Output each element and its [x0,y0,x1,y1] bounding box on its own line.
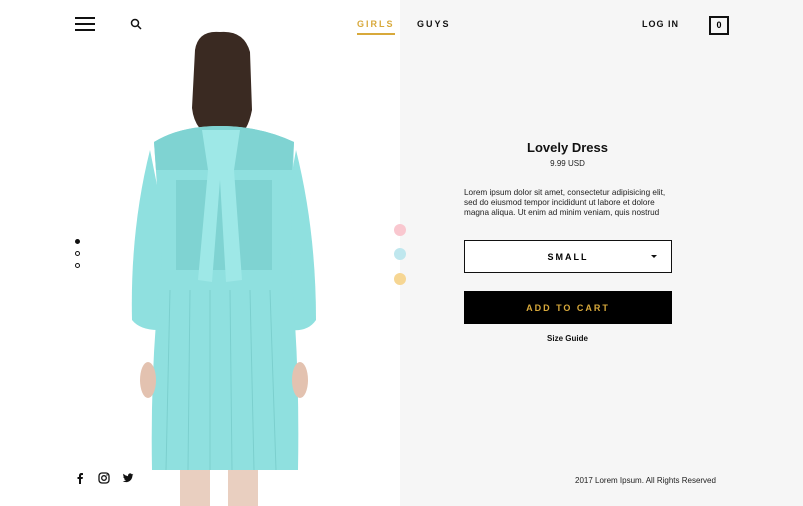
instagram-icon[interactable] [98,471,110,484]
color-swatch-pink[interactable] [394,224,406,236]
facebook-icon[interactable] [74,471,86,484]
slider-dot-1[interactable] [75,239,80,244]
color-swatch-yellow[interactable] [394,273,406,285]
login-link[interactable]: LOG IN [642,19,679,29]
cart-button[interactable]: 0 [709,16,729,35]
add-to-cart-button[interactable]: ADD TO CART [464,291,672,324]
social-links [74,471,134,484]
slider-dots [75,239,80,275]
nav-girls[interactable]: GIRLS [357,19,395,35]
hamburger-menu-icon[interactable] [75,17,95,31]
color-swatch-blue[interactable] [394,248,406,260]
size-select[interactable]: SMALL [464,240,672,273]
product-description: Lorem ipsum dolor sit amet, consectetur … [464,188,666,217]
search-icon[interactable] [130,18,142,30]
slider-dot-2[interactable] [75,251,80,256]
footer-copyright: 2017 Lorem Ipsum. All Rights Reserved [575,476,716,485]
twitter-icon[interactable] [122,471,134,483]
product-image-panel [0,0,400,506]
product-title: Lovely Dress [527,140,608,155]
size-guide-link[interactable]: Size Guide [400,334,735,343]
nav-guys[interactable]: GUYS [417,19,451,29]
slider-dot-3[interactable] [75,263,80,268]
chevron-down-icon [651,255,657,258]
product-price: 9.99 USD [550,159,585,168]
size-select-value: SMALL [547,251,589,262]
model-image [131,31,316,506]
